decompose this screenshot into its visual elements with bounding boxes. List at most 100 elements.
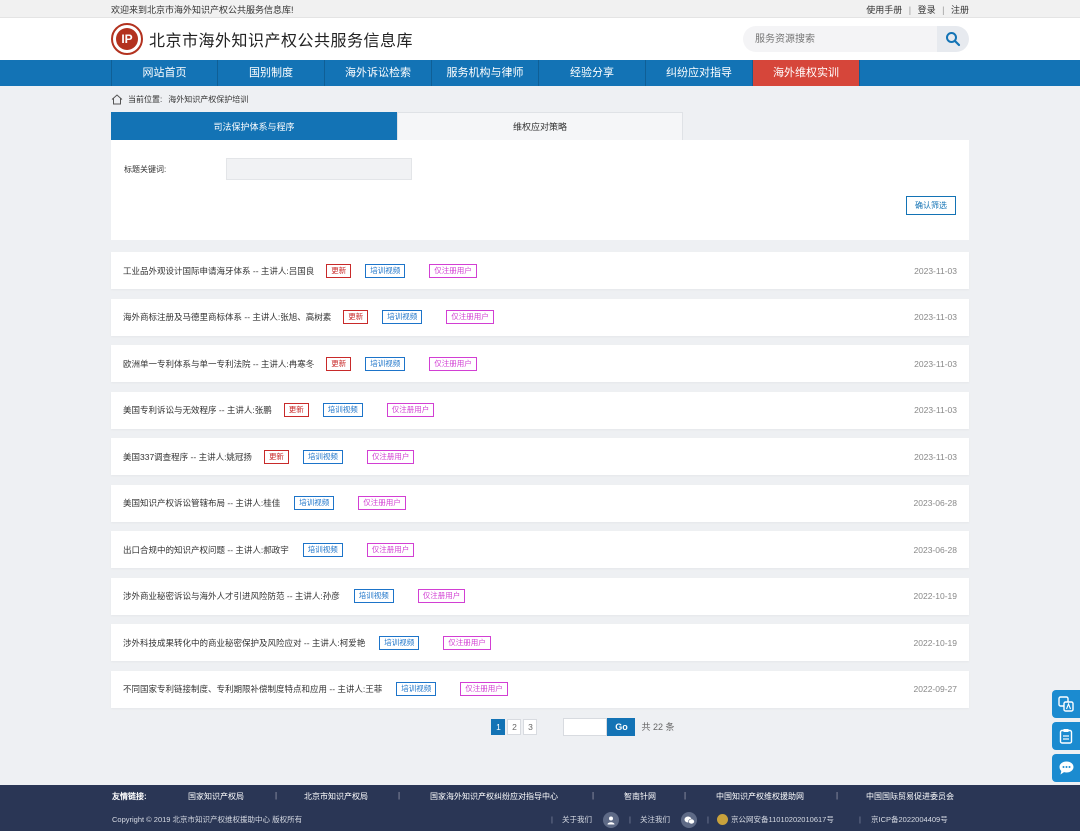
course-title[interactable]: 涉外科技成果转化中的商业秘密保护及风险应对 -- 主讲人:柯爱艳 <box>123 637 365 649</box>
course-row[interactable]: 不同国家专利链接制度、专利期限补偿制度特点和应用 -- 主讲人:王菲 培训视频 仅注… <box>111 670 969 708</box>
police-record[interactable]: 京公网安备11010202010617号 <box>731 814 834 825</box>
home-icon[interactable] <box>111 93 123 105</box>
search-box <box>743 26 969 52</box>
nav-item-training[interactable]: 海外维权实训 <box>753 60 860 86</box>
course-row[interactable]: 工业品外观设计国际申请海牙体系 -- 主讲人:吕国良 更新 培训视频 仅注册用户 202… <box>111 252 969 289</box>
pagination: 1 2 3 Go 共 22 条 <box>111 717 969 736</box>
site-logo[interactable]: IP 北京市海外知识产权公共服务信息库 <box>111 23 413 55</box>
course-title[interactable]: 欧洲单一专利体系与单一专利法院 -- 主讲人:冉寒冬 <box>123 358 314 370</box>
new-badge: 更新 <box>326 356 352 371</box>
nav-item-home[interactable]: 网站首页 <box>111 60 218 86</box>
footer-bottom: Copyright © 2019 北京市知识产权维权援助中心 版权所有 | 关于… <box>0 808 1080 831</box>
page-1-button[interactable]: 1 <box>491 718 506 735</box>
confirm-filter-button[interactable]: 确认筛选 <box>906 196 956 215</box>
user-icon[interactable] <box>603 812 619 828</box>
course-title[interactable]: 不同国家专利链接制度、专利期限补偿制度特点和应用 -- 主讲人:王菲 <box>123 683 382 695</box>
course-title[interactable]: 涉外商业秘密诉讼与海外人才引进风险防范 -- 主讲人:孙彦 <box>123 590 340 602</box>
nav-item-dispute-guidance[interactable]: 纠纷应对指导 <box>646 60 753 86</box>
registered-only-badge: 仅注册用户 <box>386 403 435 417</box>
breadcrumb-prefix: 当前位置: <box>128 94 163 104</box>
course-date: 2023-06-28 <box>913 544 957 555</box>
manual-link[interactable]: 使用手册 <box>866 5 902 15</box>
course-date: 2023-11-03 <box>914 358 957 369</box>
registered-only-badge: 仅注册用户 <box>366 542 415 557</box>
form-float-button[interactable] <box>1052 722 1080 750</box>
site-title: 北京市海外知识产权公共服务信息库 <box>149 31 414 50</box>
course-row[interactable]: 欧洲单一专利体系与单一专利法院 -- 主讲人:冉寒冬 更新 培训视频 仅注册用户 202… <box>111 345 969 382</box>
nav-item-litigation-search[interactable]: 海外诉讼检索 <box>325 60 432 86</box>
follow-us-link[interactable]: 关注我们 <box>640 814 670 825</box>
main-nav: 网站首页 国别制度 海外诉讼检索 服务机构与律师 经验分享 纠纷应对指导 海外维… <box>0 60 1080 86</box>
register-link[interactable]: 注册 <box>951 5 969 15</box>
nav-item-country-systems[interactable]: 国别制度 <box>218 60 325 86</box>
translate-icon <box>1058 696 1074 712</box>
registered-only-badge: 仅注册用户 <box>429 263 477 278</box>
search-input[interactable] <box>743 26 937 52</box>
nav-item-experience[interactable]: 经验分享 <box>539 60 646 86</box>
chat-float-button[interactable] <box>1052 754 1080 782</box>
page-3-button[interactable]: 3 <box>523 718 538 735</box>
video-badge: 培训视频 <box>353 589 394 603</box>
course-row[interactable]: 美国知识产权诉讼管辖布局 -- 主讲人:桂佳 培训视频 仅注册用户 2023-06-2… <box>111 484 969 522</box>
registered-only-badge: 仅注册用户 <box>443 635 491 650</box>
video-badge: 培训视频 <box>365 263 406 278</box>
course-title[interactable]: 出口合规中的知识产权问题 -- 主讲人:郝政宇 <box>123 544 289 556</box>
new-badge: 更新 <box>343 310 369 324</box>
course-row[interactable]: 海外商标注册及马德里商标体系 -- 主讲人:张旭、高树素 更新 培训视频 仅注册用户 2… <box>111 298 969 336</box>
search-button[interactable] <box>937 26 969 52</box>
page-number-input[interactable] <box>563 717 608 736</box>
course-title[interactable]: 海外商标注册及马德里商标体系 -- 主讲人:张旭、高树素 <box>123 311 331 323</box>
course-date: 2023-11-03 <box>914 405 957 415</box>
keyword-input[interactable] <box>226 158 412 180</box>
course-title[interactable]: 美国337调查程序 -- 主讲人:姚冠扬 <box>123 451 252 463</box>
course-date: 2022-09-27 <box>913 684 957 694</box>
course-title[interactable]: 美国知识产权诉讼管辖布局 -- 主讲人:桂佳 <box>123 497 280 509</box>
footer-link-dispute-center[interactable]: 国家海外知识产权纠纷应对指导中心 <box>430 791 558 802</box>
nav-item-agencies-lawyers[interactable]: 服务机构与律师 <box>432 60 539 86</box>
police-badge-icon <box>717 814 728 825</box>
course-row[interactable]: 涉外科技成果转化中的商业秘密保护及风险应对 -- 主讲人:柯爱艳 培训视频 仅注册用… <box>111 624 969 661</box>
wechat-icon[interactable] <box>681 812 697 828</box>
total-count: 共 22 条 <box>641 722 675 732</box>
new-badge: 更新 <box>326 263 352 278</box>
icp-record[interactable]: 京ICP备2022004409号 <box>871 814 948 825</box>
tab-response-strategy[interactable]: 维权应对策略 <box>397 112 683 140</box>
filter-panel: 标题关键词: 确认筛选 <box>111 140 969 240</box>
ip-logo-icon: IP <box>111 23 143 55</box>
video-badge: 培训视频 <box>302 449 343 464</box>
page-2-button[interactable]: 2 <box>507 718 522 735</box>
course-title[interactable]: 美国专利诉讼与无效程序 -- 主讲人:张鹏 <box>123 404 272 416</box>
about-us-link[interactable]: 关于我们 <box>562 814 592 825</box>
registered-only-badge: 仅注册用户 <box>446 310 494 324</box>
go-button[interactable]: Go <box>607 717 636 736</box>
course-row[interactable]: 涉外商业秘密诉讼与海外人才引进风险防范 -- 主讲人:孙彦 培训视频 仅注册用户 20… <box>111 577 969 615</box>
separator: | <box>908 4 912 15</box>
course-list: 工业品外观设计国际申请海牙体系 -- 主讲人:吕国良 更新 培训视频 仅注册用户 202… <box>111 252 969 708</box>
tab-judicial-protection[interactable]: 司法保护体系与程序 <box>111 112 397 140</box>
translate-float-button[interactable] <box>1052 690 1080 718</box>
course-title[interactable]: 工业品外观设计国际申请海牙体系 -- 主讲人:吕国良 <box>123 265 314 277</box>
registered-only-badge: 仅注册用户 <box>358 496 406 510</box>
copyright: Copyright © 2019 北京市知识产权维权援助中心 版权所有 <box>112 815 303 824</box>
footer-link-beijing-ip-office[interactable]: 北京市知识产权局 <box>304 791 368 802</box>
footer-link-ccpit[interactable]: 中国国际贸易促进委员会 <box>866 791 954 802</box>
footer-link-zhinanzhen[interactable]: 智南针网 <box>624 791 656 802</box>
course-date: 2022-10-19 <box>913 637 957 648</box>
registered-only-badge: 仅注册用户 <box>366 449 415 464</box>
keyword-label: 标题关键词: <box>124 165 167 174</box>
footer-link-cnipa[interactable]: 国家知识产权局 <box>188 791 244 802</box>
video-badge: 培训视频 <box>302 542 343 557</box>
header: IP 北京市海外知识产权公共服务信息库 <box>0 18 1080 60</box>
course-row[interactable]: 出口合规中的知识产权问题 -- 主讲人:郝政宇 培训视频 仅注册用户 2023-06-… <box>111 531 969 568</box>
breadcrumb-current[interactable]: 海外知识产权保护培训 <box>168 94 248 105</box>
registered-only-badge: 仅注册用户 <box>429 356 477 371</box>
course-row[interactable]: 美国专利诉讼与无效程序 -- 主讲人:张鹏 更新 培训视频 仅注册用户 2023-11-… <box>111 391 969 429</box>
new-badge: 更新 <box>263 449 289 464</box>
search-icon <box>946 32 961 47</box>
top-bar: 欢迎来到北京市海外知识产权公共服务信息库! 使用手册 | 登录 | 注册 <box>0 0 1080 18</box>
course-row[interactable]: 美国337调查程序 -- 主讲人:姚冠扬 更新 培训视频 仅注册用户 2023-11-0… <box>111 438 969 475</box>
clipboard-icon <box>1059 729 1073 744</box>
login-link[interactable]: 登录 <box>918 5 936 15</box>
footer-link-ip-assistance[interactable]: 中国知识产权维权援助网 <box>716 791 804 802</box>
footer: 友情链接: 国家知识产权局 | 北京市知识产权局 | 国家海外知识产权纠纷应对指… <box>0 785 1080 831</box>
